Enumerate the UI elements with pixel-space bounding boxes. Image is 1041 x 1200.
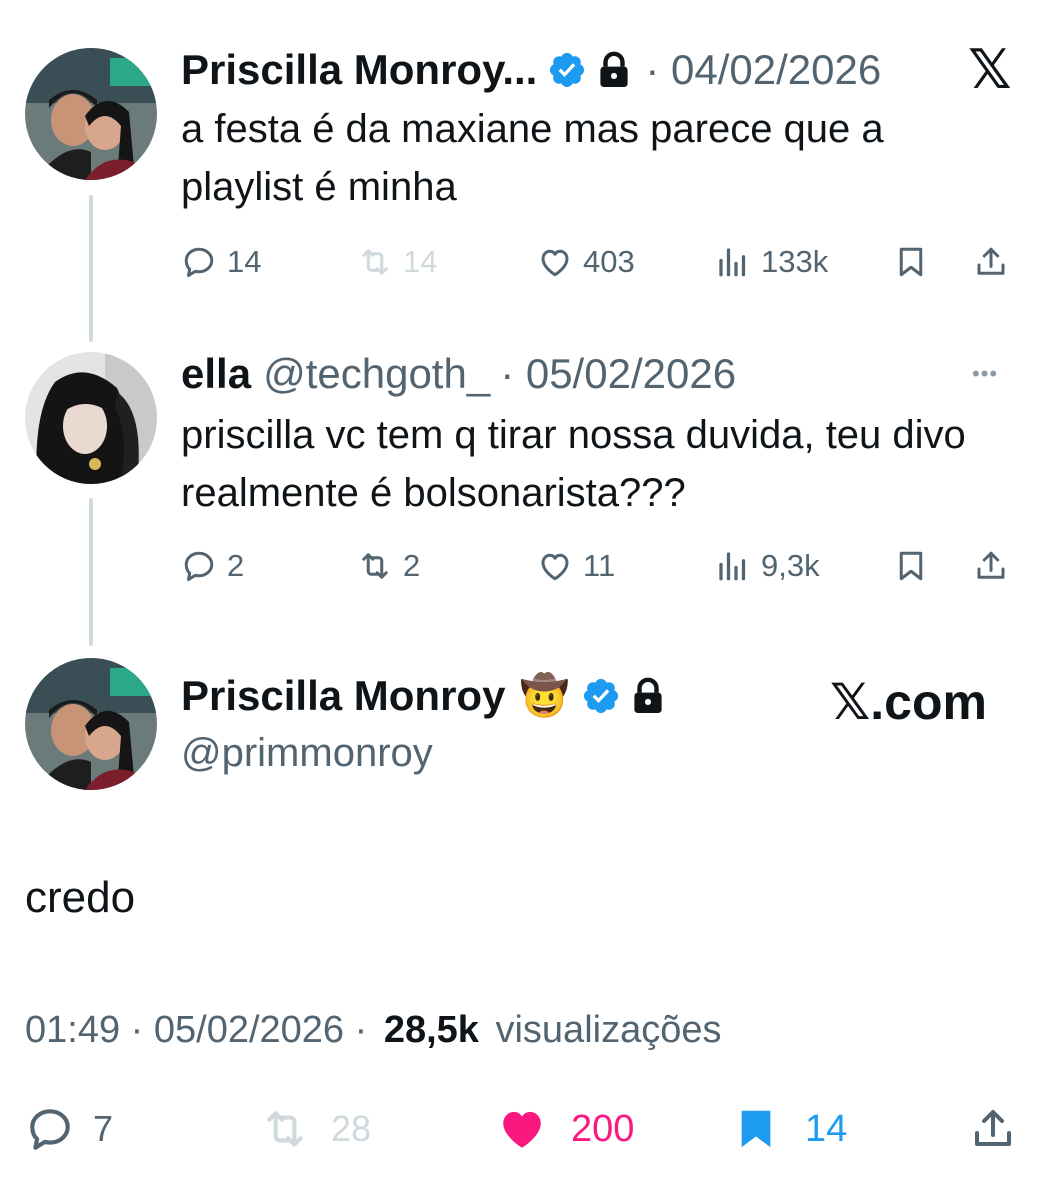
reply-count: 2	[227, 548, 245, 583]
tweet-date[interactable]: · 04/02/2026	[645, 46, 881, 94]
retweet-button[interactable]: 14	[357, 242, 437, 282]
author-name[interactable]: Priscilla Monroy	[181, 672, 505, 720]
retweet-button[interactable]: 2	[357, 546, 420, 586]
reply-button[interactable]: 2	[181, 546, 244, 586]
bookmark-button[interactable]	[893, 546, 929, 586]
share-icon	[977, 551, 1005, 579]
reply-count: 7	[93, 1108, 114, 1149]
avatar[interactable]	[25, 352, 157, 484]
like-button[interactable]: 403	[537, 242, 635, 282]
reply-icon	[184, 247, 214, 277]
heart-icon	[503, 1111, 541, 1148]
share-icon	[975, 1110, 1011, 1146]
share-button[interactable]	[969, 1104, 1017, 1154]
share-icon	[977, 247, 1005, 275]
lock-icon	[600, 51, 628, 87]
tweet-timestamp[interactable]: 01:49 · 05/02/2026 ·	[25, 1009, 367, 1051]
tweet-actions: 2 2 11 9,3k	[181, 546, 1021, 586]
avatar[interactable]	[25, 658, 157, 790]
like-button[interactable]: 200	[495, 1104, 634, 1154]
views-label: visualizações	[495, 1009, 722, 1051]
retweet-count: 28	[331, 1108, 372, 1149]
retweet-button[interactable]: 28	[257, 1104, 371, 1154]
retweet-icon	[362, 249, 388, 275]
more-options-icon[interactable]: •••	[972, 356, 998, 392]
cowboy-emoji-icon: 🤠	[519, 674, 570, 718]
views-count: 133k	[761, 244, 829, 279]
author-name[interactable]: ella	[181, 350, 251, 398]
heart-icon	[541, 249, 569, 277]
tweet-header: ella @techgoth_ · 05/02/2026	[181, 350, 736, 398]
like-count: 11	[583, 548, 616, 583]
bookmark-icon	[899, 551, 923, 581]
author-handle[interactable]: @techgoth_	[263, 350, 490, 398]
bookmark-icon	[741, 1110, 771, 1148]
views-count: 9,3k	[761, 548, 820, 583]
thread-line	[89, 195, 93, 342]
retweet-icon	[267, 1111, 303, 1147]
analytics-icon	[719, 552, 746, 581]
avatar[interactable]	[25, 48, 157, 180]
tweet-text: a festa é da maxiane mas parece que a pl…	[181, 107, 884, 209]
like-count: 403	[583, 244, 635, 279]
tweet-text: priscilla vc tem q tirar nossa duvida, t…	[181, 413, 966, 515]
tweet-actions: 14 14 403 133k	[181, 242, 1021, 282]
views-button[interactable]: 9,3k	[715, 546, 820, 586]
retweet-icon	[362, 553, 388, 579]
author-name[interactable]: Priscilla Monroy...	[181, 46, 537, 94]
bookmark-icon	[899, 247, 923, 277]
verified-badge-icon	[550, 52, 585, 88]
reply-button[interactable]: 14	[181, 242, 261, 282]
bookmark-count: 14	[805, 1107, 848, 1150]
x-logo-icon: 𝕏	[968, 40, 1012, 100]
main-tweet-text: credo	[25, 873, 136, 922]
x-com-brand: 𝕏.com	[830, 674, 987, 730]
views-button[interactable]: 133k	[715, 242, 828, 282]
tweet-header: Priscilla Monroy... · 04/02/2026	[181, 46, 881, 94]
main-author-row: Priscilla Monroy 🤠	[181, 672, 665, 720]
like-count: 200	[571, 1107, 635, 1150]
reply-icon	[30, 1109, 70, 1150]
author-handle[interactable]: @primmonroy	[181, 726, 433, 780]
lock-icon	[634, 677, 662, 713]
views-count: 28,5k	[383, 1009, 479, 1051]
verified-badge-icon	[584, 678, 619, 714]
share-button[interactable]	[973, 546, 1009, 586]
reply-icon	[184, 551, 214, 581]
like-button[interactable]: 11	[537, 546, 615, 586]
reply-button[interactable]: 7	[25, 1104, 113, 1154]
share-button[interactable]	[973, 242, 1009, 282]
main-actions: 7 28 200 14	[25, 1104, 1025, 1154]
tweet-date[interactable]: · 05/02/2026	[500, 350, 736, 398]
retweet-count: 14	[403, 244, 438, 279]
analytics-icon	[719, 248, 746, 277]
tweet-meta: 01:49 · 05/02/2026 · 28,5k visualizações	[25, 1004, 721, 1056]
heart-icon	[541, 553, 569, 581]
retweet-count: 2	[403, 548, 421, 583]
thread-line	[89, 498, 93, 646]
reply-count: 14	[227, 244, 262, 279]
bookmark-button[interactable]: 14	[733, 1104, 847, 1154]
bookmark-button[interactable]	[893, 242, 929, 282]
